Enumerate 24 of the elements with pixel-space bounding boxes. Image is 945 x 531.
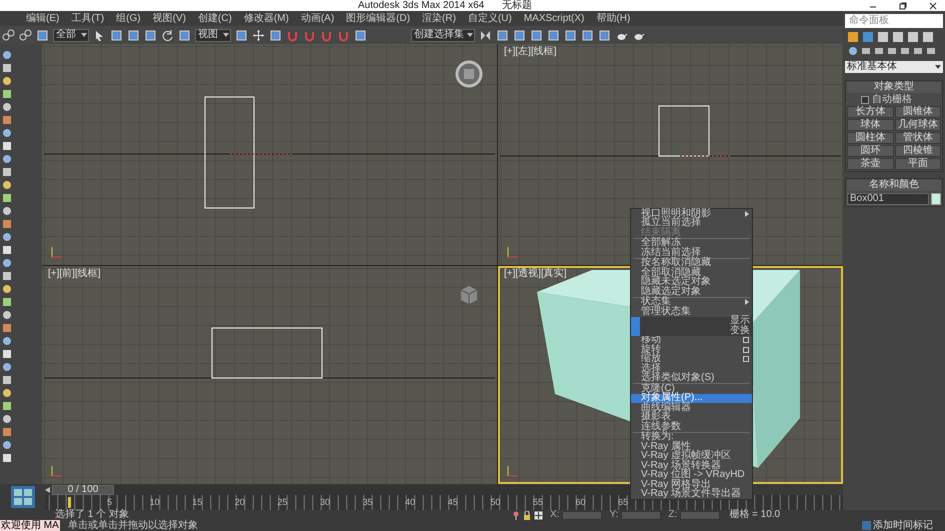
frame-number: 55: [532, 497, 544, 507]
axis-label: Z:: [668, 510, 678, 520]
menu-section-header: 变换: [631, 326, 752, 336]
frame-number: 20: [234, 497, 246, 507]
frame-number: 30: [320, 497, 331, 507]
frame-number: 35: [362, 497, 374, 507]
frame-number: 15: [192, 497, 204, 507]
frame-number: 25: [277, 497, 288, 507]
grid-size-text: 栅格 = 10.0: [729, 510, 780, 520]
frame-number: 45: [448, 497, 459, 507]
frame-number: 60: [576, 497, 587, 507]
frame-number: 10: [150, 497, 161, 507]
frame-number: 65: [618, 497, 630, 507]
prompt-text: 单击或单击并拖动以选择对象: [68, 520, 198, 530]
frame-number: 40: [405, 497, 416, 507]
frame-number: 5: [107, 497, 114, 507]
status-text: 选择了 1 个 对象: [55, 510, 129, 520]
axis-label: Y:: [609, 510, 618, 520]
panel-title: 命令面板: [845, 14, 943, 28]
checkbox-label: 自动栅格: [872, 94, 912, 104]
axis-label: X:: [550, 510, 560, 520]
menu-section-header: 显示: [631, 316, 752, 326]
window-title: Autodesk 3ds Max 2014 x64: [358, 0, 484, 10]
frame-number: 50: [490, 497, 502, 507]
